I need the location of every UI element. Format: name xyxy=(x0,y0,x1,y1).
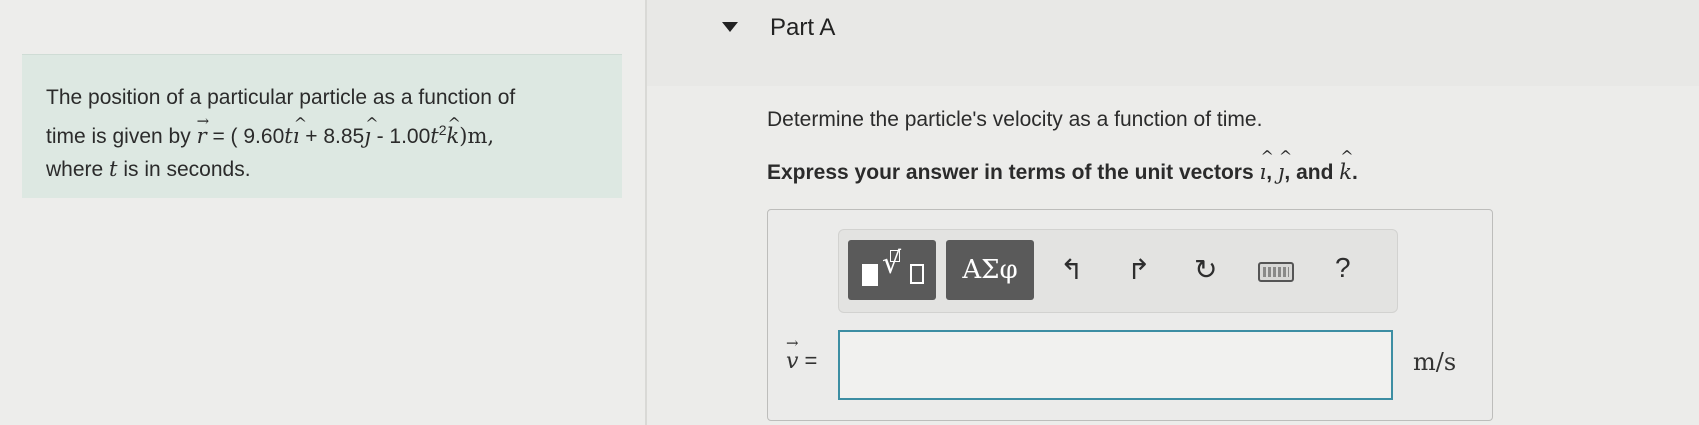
unit-vector-k: ^ k xyxy=(446,114,461,148)
instruction-text: Express your answer in terms of the unit… xyxy=(767,147,1358,184)
unit-vector-k: ^ k xyxy=(1339,147,1354,184)
greek-symbols-button[interactable]: ΑΣφ xyxy=(946,240,1034,300)
templates-icon xyxy=(862,264,878,286)
answer-input[interactable] xyxy=(838,330,1393,400)
unit-vector-i: ^ ı xyxy=(292,114,308,148)
problem-line-3: where t is in seconds. xyxy=(46,157,251,181)
undo-icon[interactable]: ↰ xyxy=(1060,254,1083,286)
unit-vector-j: ^ ȷ xyxy=(1277,147,1293,184)
unit-vector-j: ^ ȷ xyxy=(364,114,379,148)
problem-statement: The position of a particular particle as… xyxy=(22,54,622,198)
vector-arrow-icon: → xyxy=(196,112,210,130)
problem-line-2: time is given by → r = ( 9.60t ^ ı + 8.85 ^ ȷ… xyxy=(46,112,622,153)
keyboard-icon[interactable] xyxy=(1258,262,1294,282)
unit-vector-i: ^ ı xyxy=(1259,147,1274,184)
vector-arrow-icon: → xyxy=(786,334,799,352)
redo-icon[interactable]: ↱ xyxy=(1127,254,1150,286)
part-title[interactable]: Part A xyxy=(770,14,835,42)
templates-button[interactable]: √ xyxy=(848,240,936,300)
part-header[interactable] xyxy=(647,0,1699,86)
triangle-down-icon[interactable] xyxy=(722,22,738,32)
position-vector: → r xyxy=(197,112,210,153)
help-button[interactable]: ? xyxy=(1335,252,1351,284)
velocity-label: → v = xyxy=(786,334,818,374)
units-label: m/s xyxy=(1413,348,1457,376)
question-text: Determine the particle's velocity as a f… xyxy=(767,108,1263,131)
problem-line-1: The position of a particular particle as… xyxy=(46,86,516,109)
reset-icon[interactable]: ↻ xyxy=(1194,254,1217,286)
